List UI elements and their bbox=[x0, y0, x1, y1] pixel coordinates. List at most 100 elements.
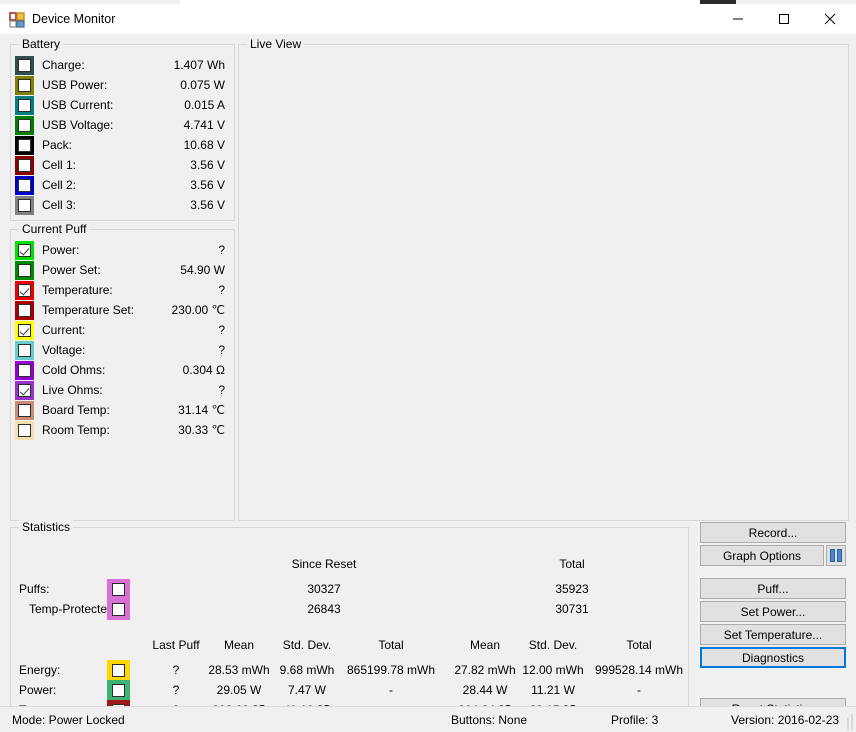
puff-temperature-set-label: Temperature Set: bbox=[42, 303, 134, 317]
puff-room-temp-label: Room Temp: bbox=[42, 423, 110, 437]
battery-usb-power-checkbox[interactable] bbox=[18, 79, 31, 92]
battery-charge-row[interactable]: Charge: 1.407 Wh bbox=[12, 55, 233, 75]
puff-power-checkbox[interactable] bbox=[18, 244, 31, 257]
puff-temperature-row[interactable]: Temperature:? bbox=[12, 280, 233, 300]
battery-usb-power-color-swatch bbox=[15, 76, 34, 95]
battery-cell-1-color-swatch bbox=[15, 156, 34, 175]
stats-temp-protected-total-value: 30731 bbox=[517, 602, 627, 616]
window-title: Device Monitor bbox=[32, 12, 115, 26]
stats-power-cell-6: - bbox=[584, 683, 694, 697]
record-button[interactable]: Record... bbox=[700, 522, 846, 543]
statistics-table: Since ResetTotalPuffs:3032735923Temp-Pro… bbox=[11, 528, 688, 732]
puff-temperature-set-row[interactable]: Temperature Set: 230.00 ℃ bbox=[12, 300, 233, 320]
battery-cell-2-row[interactable]: Cell 2: 3.56 V bbox=[12, 175, 233, 195]
battery-usb-current-checkbox[interactable] bbox=[18, 99, 31, 112]
puff-temperature-set-value: 230.00 ℃ bbox=[171, 303, 225, 317]
resize-grip[interactable] bbox=[840, 706, 854, 732]
puff-temperature-color-swatch bbox=[15, 281, 34, 300]
puff-cold-ohms-label: Cold Ohms: bbox=[42, 363, 105, 377]
battery-charge-label: Charge: bbox=[42, 58, 85, 72]
battery-charge-color-swatch bbox=[15, 56, 34, 75]
puff-live-ohms-row[interactable]: Live Ohms:? bbox=[12, 380, 233, 400]
battery-cell-2-checkbox[interactable] bbox=[18, 179, 31, 192]
battery-cell-3-color-swatch bbox=[15, 196, 34, 215]
status-mode: Mode: Power Locked bbox=[12, 713, 125, 727]
stats-puffs-since-reset-value: 30327 bbox=[269, 582, 379, 596]
puff-button[interactable]: Puff... bbox=[700, 578, 846, 599]
battery-usb-voltage-value: 4.741 V bbox=[184, 118, 225, 132]
puff-current-checkbox[interactable] bbox=[18, 324, 31, 337]
stats-since-reset-header: Since Reset bbox=[269, 557, 379, 571]
puff-temperature-set-checkbox[interactable] bbox=[18, 304, 31, 317]
client-area: Battery Charge: 1.407 Wh USB Power:0.075 W… bbox=[0, 34, 856, 732]
puff-power-set-label: Power Set: bbox=[42, 263, 101, 277]
battery-cell-3-row[interactable]: Cell 3:3.56 V bbox=[12, 195, 233, 215]
battery-group: Battery Charge:1.407 WhUSB Power:0.075 W… bbox=[10, 44, 235, 221]
battery-cell-1-row[interactable]: Cell 1:3.56 V bbox=[12, 155, 233, 175]
status-bar: Mode: Power Locked Buttons: None Profile… bbox=[0, 706, 856, 732]
puff-voltage-row[interactable]: Voltage:? bbox=[12, 340, 233, 360]
puff-power-set-row[interactable]: Power Set: 54.90 W bbox=[12, 260, 233, 280]
puff-power-set-value: 54.90 W bbox=[180, 263, 225, 277]
puff-power-set-checkbox[interactable] bbox=[18, 264, 31, 277]
graph-options-button[interactable]: Graph Options bbox=[700, 545, 824, 566]
puff-current-row[interactable]: Current:? bbox=[12, 320, 233, 340]
battery-cell-2-label: Cell 2: bbox=[42, 178, 76, 192]
battery-pack-row[interactable]: Pack:10.68 V bbox=[12, 135, 233, 155]
battery-usb-power-row[interactable]: USB Power:0.075 W bbox=[12, 75, 233, 95]
status-version: Version: 2016-02-23 bbox=[731, 713, 839, 727]
puff-board-temp-color-swatch bbox=[15, 401, 34, 420]
battery-pack-color-swatch bbox=[15, 136, 34, 155]
puff-cold-ohms-row[interactable]: Cold Ohms: 0.304 Ω bbox=[12, 360, 233, 380]
puff-power-color-swatch bbox=[15, 241, 34, 260]
stats-puffs-checkbox[interactable] bbox=[112, 583, 125, 596]
battery-cell-1-checkbox[interactable] bbox=[18, 159, 31, 172]
stats-temp-protected-checkbox[interactable] bbox=[112, 603, 125, 616]
battery-usb-current-color-swatch bbox=[15, 96, 34, 115]
battery-usb-current-row[interactable]: USB Current:0.015 A bbox=[12, 95, 233, 115]
set-power-button[interactable]: Set Power... bbox=[700, 601, 846, 622]
puff-cold-ohms-checkbox[interactable] bbox=[18, 364, 31, 377]
stats-temp-protected-label: Temp-Protected: bbox=[29, 602, 117, 616]
puff-power-set-color-swatch bbox=[15, 261, 34, 280]
stats-temp-protected-since-reset-value: 26843 bbox=[269, 602, 379, 616]
close-button[interactable] bbox=[807, 4, 853, 34]
battery-pack-checkbox[interactable] bbox=[18, 139, 31, 152]
battery-charge-checkbox[interactable] bbox=[18, 59, 31, 72]
battery-usb-voltage-row[interactable]: USB Voltage:4.741 V bbox=[12, 115, 233, 135]
puff-room-temp-color-swatch bbox=[15, 421, 34, 440]
puff-live-ohms-checkbox[interactable] bbox=[18, 384, 31, 397]
battery-usb-voltage-checkbox[interactable] bbox=[18, 119, 31, 132]
puff-current-value: ? bbox=[218, 323, 225, 337]
puff-room-temp-row[interactable]: Room Temp:30.33 ℃ bbox=[12, 420, 233, 440]
puff-board-temp-checkbox[interactable] bbox=[18, 404, 31, 417]
pause-icon-button[interactable] bbox=[826, 545, 846, 566]
current-puff-group-label: Current Puff bbox=[19, 222, 89, 236]
stats-puffs-color-swatch bbox=[107, 579, 130, 600]
puff-power-row[interactable]: Power:? bbox=[12, 240, 233, 260]
puff-current-label: Current: bbox=[42, 323, 85, 337]
stats-energy-label: Energy: bbox=[19, 663, 60, 677]
set-temperature-button[interactable]: Set Temperature... bbox=[700, 624, 846, 645]
puff-cold-ohms-value: 0.304 Ω bbox=[183, 363, 225, 377]
puff-board-temp-label: Board Temp: bbox=[42, 403, 110, 417]
puff-temperature-checkbox[interactable] bbox=[18, 284, 31, 297]
minimize-button[interactable] bbox=[715, 4, 761, 34]
puff-voltage-checkbox[interactable] bbox=[18, 344, 31, 357]
battery-pack-value: 10.68 V bbox=[184, 138, 225, 152]
diagnostics-button[interactable]: Diagnostics bbox=[700, 647, 846, 668]
app-squares-icon bbox=[9, 12, 25, 28]
current-puff-group: Current Puff Power:?Power Set:54.90 WTem… bbox=[10, 229, 235, 521]
maximize-button[interactable] bbox=[761, 4, 807, 34]
battery-cell-3-checkbox[interactable] bbox=[18, 199, 31, 212]
puff-board-temp-row[interactable]: Board Temp:31.14 ℃ bbox=[12, 400, 233, 420]
puff-room-temp-checkbox[interactable] bbox=[18, 424, 31, 437]
battery-cell-3-value: 3.56 V bbox=[190, 198, 225, 212]
battery-cell-2-value: 3.56 V bbox=[190, 178, 225, 192]
battery-charge-value: 1.407 Wh bbox=[174, 58, 225, 72]
battery-group-label: Battery bbox=[19, 37, 63, 51]
live-view-group[interactable]: Live View bbox=[238, 44, 849, 521]
puff-voltage-label: Voltage: bbox=[42, 343, 85, 357]
puff-live-ohms-value: ? bbox=[218, 383, 225, 397]
stats-puffs-label: Puffs: bbox=[19, 582, 49, 596]
